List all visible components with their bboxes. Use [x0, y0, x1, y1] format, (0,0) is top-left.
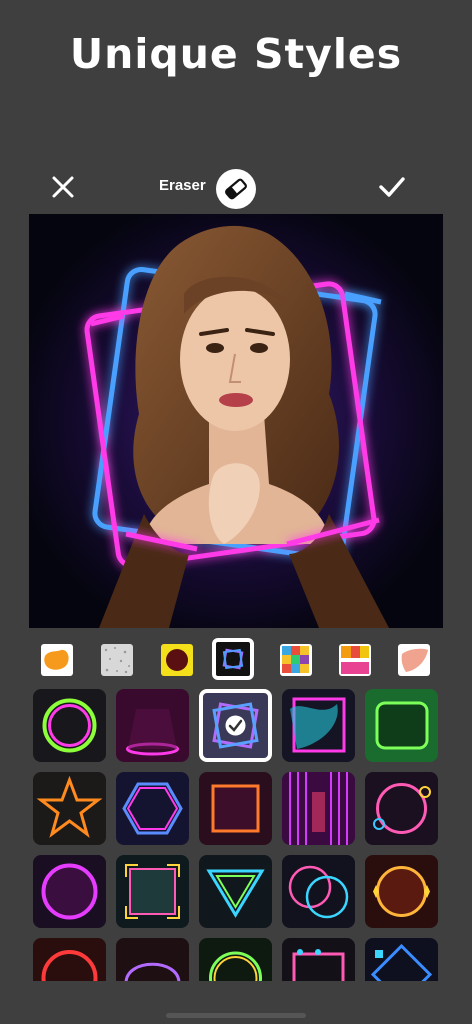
- style-neon-curtains[interactable]: [282, 772, 355, 845]
- tool-label: Eraser: [159, 177, 206, 194]
- style-neon-hexagon[interactable]: [116, 772, 189, 845]
- style-neon-triangle[interactable]: [199, 855, 272, 928]
- photo-canvas[interactable]: [29, 214, 443, 628]
- style-neon-arch[interactable]: [116, 938, 189, 981]
- confirm-button[interactable]: [376, 172, 408, 202]
- style-neon-splash-frame[interactable]: [282, 689, 355, 762]
- portrait-with-neon-frame: [29, 214, 443, 628]
- style-neon-circle-red[interactable]: [33, 938, 106, 981]
- headline-title: Unique Styles: [69, 30, 403, 78]
- category-yellow-frame[interactable]: [161, 644, 193, 676]
- style-neon-rect-drops[interactable]: [282, 938, 355, 981]
- category-paint-splash[interactable]: [41, 644, 73, 676]
- style-neon-square-orange[interactable]: [199, 772, 272, 845]
- category-brush-stroke[interactable]: [398, 644, 430, 676]
- close-icon: [52, 176, 74, 198]
- style-neon-circle-green-pink[interactable]: [33, 689, 106, 762]
- style-neon-square-corners[interactable]: [116, 855, 189, 928]
- style-neon-star-circle[interactable]: [365, 855, 438, 928]
- category-texture[interactable]: [101, 644, 133, 676]
- home-indicator: [166, 1013, 306, 1018]
- style-neon-double-circle[interactable]: [282, 855, 355, 928]
- close-button[interactable]: [48, 172, 78, 202]
- style-neon-circle-pink[interactable]: [33, 855, 106, 928]
- eraser-icon: [225, 178, 247, 200]
- style-neon-stage-pink[interactable]: [116, 689, 189, 762]
- eraser-button[interactable]: [216, 169, 256, 209]
- style-neon-circle-yellow[interactable]: [199, 938, 272, 981]
- style-neon-leaf-frame[interactable]: [365, 689, 438, 762]
- style-grid: [33, 689, 443, 981]
- category-neon-frame[interactable]: [212, 638, 254, 680]
- style-neon-star-orange[interactable]: [33, 772, 106, 845]
- style-neon-double-square[interactable]: [199, 689, 272, 762]
- category-color-blocks[interactable]: [339, 644, 371, 676]
- checkmark-icon: [379, 177, 405, 197]
- category-mosaic[interactable]: [280, 644, 312, 676]
- editor-toolbar: Eraser: [0, 168, 472, 209]
- style-neon-emoji-circle[interactable]: [365, 772, 438, 845]
- style-neon-diamond[interactable]: [365, 938, 438, 981]
- category-strip: [0, 638, 472, 680]
